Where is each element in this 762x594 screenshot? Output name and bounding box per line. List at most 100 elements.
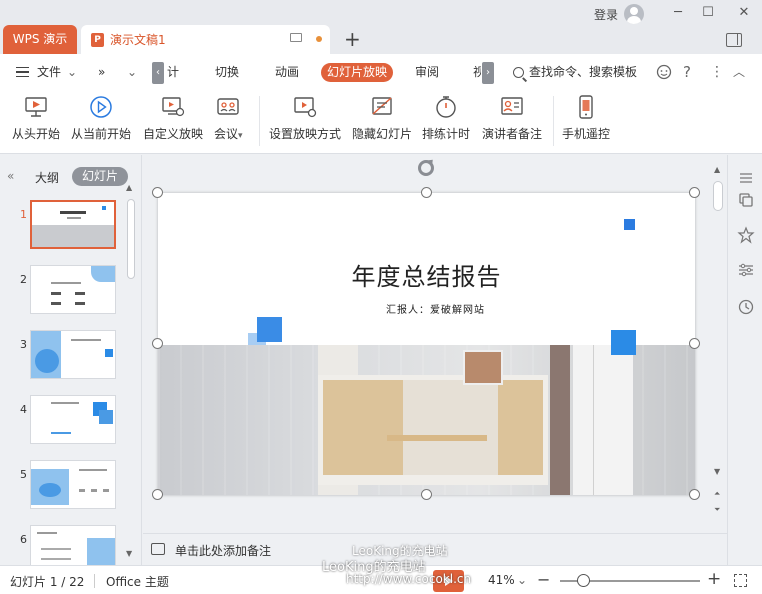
- history-icon[interactable]: [737, 298, 755, 316]
- ribbon-menu-row: 文件 ⌄ » ⌄ ‹ 计 切换 动画 幻灯片放映 审阅 视 › 查找命令、搜索模…: [0, 54, 762, 90]
- slideshow-settings-button[interactable]: 设置放映方式: [269, 94, 341, 142]
- tab-outline[interactable]: 大纲: [35, 169, 59, 186]
- resize-handle[interactable]: [689, 489, 700, 500]
- resize-handle[interactable]: [689, 187, 700, 198]
- copy-icon[interactable]: [737, 191, 755, 209]
- zoom-caret-icon[interactable]: ⌄: [517, 573, 527, 587]
- play-from-start-button[interactable]: 从头开始: [12, 94, 60, 142]
- slide-title[interactable]: 年度总结报告: [158, 257, 695, 292]
- tab-document[interactable]: P 演示文稿1: [81, 25, 330, 54]
- fit-window-icon[interactable]: [734, 574, 747, 587]
- rehearse-timing-button[interactable]: 排练计时: [422, 94, 470, 142]
- theme-name[interactable]: Office 主题: [106, 573, 169, 590]
- scroll-down-icon[interactable]: ▼: [714, 467, 720, 476]
- scrollbar-thumb[interactable]: [713, 181, 723, 211]
- more-tools-icon[interactable]: »: [98, 54, 105, 90]
- unsaved-dot-icon: [316, 36, 322, 42]
- meeting-icon: [217, 98, 239, 115]
- tab-slides[interactable]: 幻灯片: [72, 167, 128, 186]
- phone-remote-button[interactable]: 手机遥控: [562, 94, 610, 142]
- slide-photo[interactable]: [158, 345, 695, 495]
- monitor-icon[interactable]: [290, 33, 302, 42]
- maximize-button[interactable]: ☐: [694, 2, 722, 24]
- thumbnail-image[interactable]: [30, 200, 116, 249]
- new-tab-button[interactable]: +: [344, 27, 361, 51]
- canvas-scrollbar[interactable]: ▲ ▼ ⏶ ⏷: [711, 155, 725, 533]
- play-from-current-button[interactable]: 从当前开始: [71, 94, 131, 142]
- thumbnail-image[interactable]: [30, 460, 116, 509]
- resize-handle[interactable]: [421, 489, 432, 500]
- menu-transition[interactable]: 切换: [215, 54, 239, 90]
- custom-slideshow-button[interactable]: 自定义放映: [143, 94, 203, 142]
- hamburger-icon[interactable]: [737, 169, 755, 187]
- avatar[interactable]: [624, 4, 644, 24]
- slide-thumbnail[interactable]: 2: [0, 265, 124, 320]
- menu-slideshow[interactable]: 幻灯片放映: [321, 63, 393, 82]
- speaker-notes-button[interactable]: 演讲者备注: [482, 94, 542, 142]
- resize-handle[interactable]: [152, 338, 163, 349]
- command-search-input[interactable]: 查找命令、搜索模板: [529, 54, 637, 90]
- slide-thumbnail[interactable]: 3: [0, 330, 124, 385]
- scroll-up-icon[interactable]: ▲: [714, 165, 720, 174]
- collapse-ribbon-icon[interactable]: ︿: [733, 54, 745, 90]
- zoom-out-button[interactable]: −: [537, 570, 550, 589]
- resize-handle[interactable]: [689, 338, 700, 349]
- menu-scroll-left-button[interactable]: ‹: [152, 62, 164, 84]
- login-area[interactable]: 登录: [594, 4, 644, 24]
- meeting-button[interactable]: 会议▾: [214, 94, 243, 142]
- stopwatch-icon: [436, 96, 456, 118]
- menu-design-partial[interactable]: 计: [167, 54, 179, 90]
- phone-remote-label: 手机遥控: [562, 127, 611, 141]
- slide-panel-scrollbar[interactable]: ▲ ▼: [124, 183, 138, 565]
- current-slide[interactable]: 年度总结报告 汇报人：爱破解网站: [158, 193, 695, 495]
- star-icon[interactable]: [737, 226, 755, 244]
- right-side-panel: [727, 155, 762, 565]
- help-icon[interactable]: ?: [683, 54, 691, 90]
- thumbnail-image[interactable]: [30, 265, 116, 314]
- watermark-url: http://www.cocokl.cn: [346, 572, 472, 586]
- slide-thumbnail[interactable]: 1: [0, 200, 124, 255]
- feedback-icon[interactable]: [656, 64, 672, 80]
- slide-thumbnail[interactable]: 5: [0, 460, 124, 515]
- resize-handle[interactable]: [152, 489, 163, 500]
- search-icon[interactable]: [513, 67, 524, 78]
- login-label[interactable]: 登录: [594, 6, 618, 23]
- hide-slide-button[interactable]: 隐藏幻灯片: [352, 94, 412, 142]
- more-dots-icon[interactable]: ⋮: [710, 54, 724, 90]
- zoom-in-button[interactable]: +: [707, 569, 721, 589]
- rotate-handle-icon[interactable]: [418, 160, 434, 176]
- panel-toggle-icon[interactable]: [726, 33, 742, 47]
- scroll-up-icon[interactable]: ▲: [126, 183, 132, 192]
- menu-scroll-right-button[interactable]: ›: [482, 62, 494, 84]
- minimize-button[interactable]: ─: [664, 2, 692, 24]
- scroll-down-icon[interactable]: ▼: [126, 549, 132, 558]
- collapse-panel-icon[interactable]: «: [7, 169, 14, 183]
- thumbnail-image[interactable]: [30, 330, 116, 379]
- resize-handle[interactable]: [421, 187, 432, 198]
- zoom-percent[interactable]: 41%: [488, 573, 515, 587]
- thumbnail-image[interactable]: [30, 395, 116, 444]
- menu-review[interactable]: 审阅: [415, 54, 439, 90]
- resize-handle[interactable]: [152, 187, 163, 198]
- file-caret-icon[interactable]: ⌄: [67, 54, 77, 90]
- meeting-label: 会议▾: [214, 125, 243, 142]
- hide-slide-icon: [372, 97, 392, 115]
- quick-access-caret-icon[interactable]: ⌄: [127, 54, 137, 90]
- notes-placeholder[interactable]: 单击此处添加备注: [175, 542, 271, 559]
- title-bar: 登录 ─ ☐ ✕ WPS 演示 P 演示文稿1 +: [0, 0, 762, 54]
- menu-view-partial[interactable]: 视: [473, 54, 481, 90]
- tab-wps-presentation[interactable]: WPS 演示: [3, 25, 77, 54]
- slide-thumbnail[interactable]: 4: [0, 395, 124, 450]
- thumbnail-number: 2: [20, 273, 27, 286]
- menu-file[interactable]: 文件: [37, 54, 61, 90]
- zoom-slider-thumb[interactable]: [577, 574, 590, 587]
- meeting-caret-icon[interactable]: ▾: [238, 131, 243, 141]
- next-slide-icon[interactable]: ⏷: [714, 505, 720, 515]
- sliders-icon[interactable]: [737, 261, 755, 279]
- prev-slide-icon[interactable]: ⏶: [714, 489, 720, 499]
- close-button[interactable]: ✕: [730, 2, 758, 24]
- hamburger-icon[interactable]: [16, 67, 29, 77]
- menu-animation[interactable]: 动画: [275, 54, 299, 90]
- scrollbar-thumb[interactable]: [127, 199, 135, 279]
- slide-subtitle[interactable]: 汇报人：爱破解网站: [386, 301, 485, 316]
